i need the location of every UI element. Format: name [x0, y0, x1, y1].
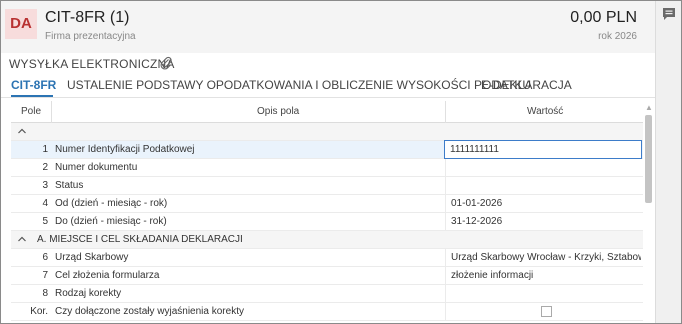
chevron-up-icon[interactable]	[17, 234, 27, 244]
field-description: Cel złożenia formularza	[55, 270, 160, 281]
table-row[interactable]: Kor. Czy dołączone zostały wyjaśnienia k…	[11, 303, 643, 321]
tax-year: rok 2026	[598, 31, 637, 42]
grid-header: Pole Opis pola Wartość	[11, 101, 643, 123]
right-rail	[655, 1, 681, 323]
field-value-cell[interactable]: Urząd Skarbowy Wrocław - Krzyki, Sztabow…	[445, 249, 643, 266]
field-number: 5	[42, 216, 48, 227]
section-title: WYSYŁKA ELEKTRONICZNA	[9, 57, 175, 71]
field-number: 1	[42, 144, 48, 155]
field-number: 4	[42, 198, 48, 209]
field-value-cell[interactable]	[445, 177, 643, 194]
vertical-scrollbar[interactable]: ▲	[644, 101, 653, 323]
scrollbar-thumb[interactable]	[645, 115, 652, 203]
table-row[interactable]: 5 Do (dzień - miesiąc - rok) 31-12-2026	[11, 213, 643, 231]
field-description: Czy dołączone zostały wyjaśnienia korekt…	[55, 306, 244, 317]
field-value[interactable]: 31-12-2026	[451, 216, 641, 227]
field-description: Numer Identyfikacji Podatkowej	[55, 144, 195, 155]
field-value[interactable]: 01-01-2026	[451, 198, 641, 209]
field-number: 3	[42, 180, 48, 191]
correction-checkbox[interactable]	[541, 306, 552, 317]
field-value-cell[interactable]: złożenie informacji	[445, 267, 643, 284]
scroll-up-icon[interactable]: ▲	[645, 103, 653, 112]
column-header-wartosc[interactable]: Wartość	[527, 106, 563, 117]
section-bar: WYSYŁKA ELEKTRONICZNA	[1, 53, 655, 73]
table-row[interactable]: 7 Cel złożenia formularza złożenie infor…	[11, 267, 643, 285]
table-row[interactable]: 2 Numer dokumentu	[11, 159, 643, 177]
tab-bar: CIT-8FR USTALENIE PODSTAWY OPODATKOWANIA…	[1, 74, 655, 98]
field-description: Status	[55, 180, 84, 191]
field-value[interactable]: 1111111111	[450, 144, 640, 155]
company-name: Firma prezentacyjna	[45, 31, 136, 42]
group-row-section-a[interactable]: A. MIEJSCE I CEL SKŁADANIA DEKLARACJI	[11, 231, 643, 249]
field-value-cell[interactable]	[445, 159, 643, 176]
table-row[interactable]: 1 Numer Identyfikacji Podatkowej 1111111…	[11, 140, 643, 159]
table-row[interactable]: 8 Rodzaj korekty	[11, 285, 643, 303]
field-description: Numer dokumentu	[55, 162, 138, 173]
group-row-header[interactable]	[11, 123, 643, 141]
field-number: 7	[42, 270, 48, 281]
table-row[interactable]: 4 Od (dzień - miesiąc - rok) 01-01-2026	[11, 195, 643, 213]
avatar: DA	[5, 9, 37, 39]
field-number: 6	[42, 252, 48, 263]
paperclip-icon[interactable]	[160, 56, 172, 70]
nip-input[interactable]: 1111111111	[444, 140, 642, 159]
document-header: DA CIT-8FR (1) Firma prezentacyjna 0,00 …	[1, 1, 655, 53]
column-divider	[445, 101, 446, 123]
field-value-cell[interactable]	[445, 303, 643, 320]
table-row[interactable]: 6 Urząd Skarbowy Urząd Skarbowy Wrocław …	[11, 249, 643, 267]
comment-icon[interactable]	[661, 6, 677, 22]
active-tab-indicator	[11, 95, 53, 97]
chevron-up-icon[interactable]	[17, 126, 27, 136]
field-value[interactable]: Urząd Skarbowy Wrocław - Krzyki, Sztabow…	[451, 252, 641, 263]
document-panel: DA CIT-8FR (1) Firma prezentacyjna 0,00 …	[1, 1, 655, 323]
column-divider	[51, 101, 52, 123]
table-row[interactable]: 3 Status	[11, 177, 643, 195]
tab-e-deklaracja[interactable]: E-DEKLARACJA	[481, 78, 572, 92]
column-header-pole[interactable]: Pole	[21, 106, 41, 117]
group-label: A. MIEJSCE I CEL SKŁADANIA DEKLARACJI	[37, 234, 243, 245]
total-amount: 0,00 PLN	[570, 9, 637, 26]
field-number: Kor.	[30, 306, 48, 317]
page-title: CIT-8FR (1)	[45, 9, 130, 26]
field-description: Urząd Skarbowy	[55, 252, 129, 263]
field-value-cell[interactable]: 01-01-2026	[445, 195, 643, 212]
tab-ustalenie-podstawy[interactable]: USTALENIE PODSTAWY OPODATKOWANIA I OBLIC…	[67, 78, 531, 92]
form-grid: Pole Opis pola Wartość 1 Numer Identyfik…	[11, 101, 643, 323]
column-header-opis[interactable]: Opis pola	[257, 106, 299, 117]
field-description: Rodzaj korekty	[55, 288, 122, 299]
field-description: Do (dzień - miesiąc - rok)	[55, 216, 167, 227]
field-description: Od (dzień - miesiąc - rok)	[55, 198, 168, 209]
field-value-cell[interactable]: 31-12-2026	[445, 213, 643, 230]
tab-cit-8fr[interactable]: CIT-8FR	[11, 78, 56, 92]
field-number: 2	[42, 162, 48, 173]
field-value-cell[interactable]	[445, 285, 643, 302]
field-value[interactable]: złożenie informacji	[451, 270, 641, 281]
field-number: 8	[42, 288, 48, 299]
